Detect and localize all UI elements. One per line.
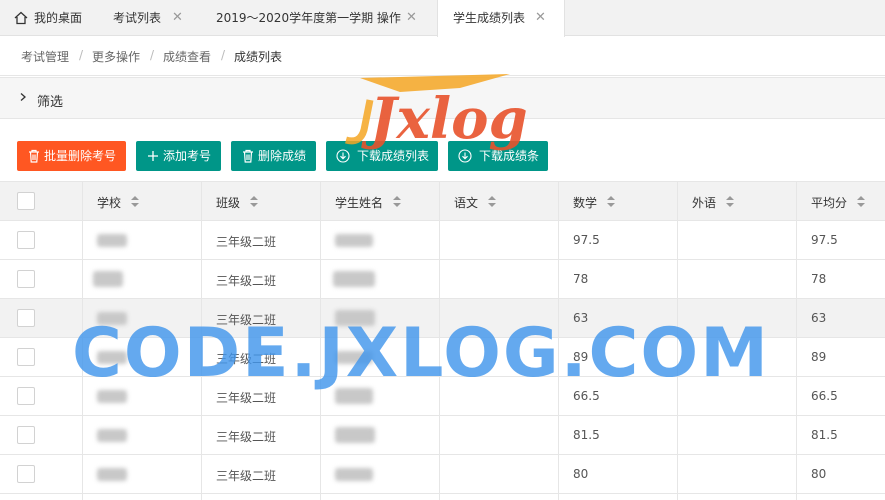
school-cell-redacted xyxy=(97,429,127,442)
sort-icon[interactable] xyxy=(393,195,401,208)
column-header-english[interactable]: 外语 xyxy=(692,194,716,211)
sort-icon[interactable] xyxy=(726,195,734,208)
student-name-cell-redacted xyxy=(335,427,375,443)
batch-delete-button[interactable]: 批量删除考号 xyxy=(17,141,126,171)
close-icon[interactable]: ✕ xyxy=(535,0,546,36)
page: 我的桌面 考试列表 ✕ 2019～2020学年度第一学期 操作 ✕ 学生成绩列表… xyxy=(0,0,885,500)
row-checkbox[interactable] xyxy=(17,387,35,405)
average-cell: 80 xyxy=(811,467,827,481)
student-name-cell-redacted xyxy=(333,271,375,287)
breadcrumb-item[interactable]: 更多操作 xyxy=(92,48,140,65)
table-header: 学校 班级 学生姓名 语文 数学 外语 平均分 xyxy=(0,181,885,221)
home-icon xyxy=(14,11,28,25)
breadcrumb-separator: / xyxy=(150,48,155,62)
math-cell: 97.5 xyxy=(573,233,600,247)
column-header-chinese[interactable]: 语文 xyxy=(454,194,478,211)
row-checkbox[interactable] xyxy=(17,465,35,483)
average-cell: 81.5 xyxy=(811,428,838,442)
breadcrumb-item[interactable]: 成绩查看 xyxy=(163,48,211,65)
column-header-math[interactable]: 数学 xyxy=(573,194,597,211)
school-cell-redacted xyxy=(97,468,127,481)
close-icon[interactable]: ✕ xyxy=(406,0,417,36)
button-label: 批量删除考号 xyxy=(44,149,117,163)
student-name-cell-redacted xyxy=(335,468,373,481)
class-cell: 三年级二班 xyxy=(216,469,277,483)
watermark-logo-text: Jxlog xyxy=(361,86,528,152)
watermark-logo: Jxlog xyxy=(345,74,528,152)
student-name-cell-redacted xyxy=(335,234,373,247)
button-label: 添加考号 xyxy=(163,149,212,163)
class-cell: 三年级二班 xyxy=(216,274,277,288)
math-cell: 80 xyxy=(573,467,589,481)
chevron-right-icon xyxy=(20,93,26,101)
table-row[interactable]: 三年级二班 81.5 81.5 xyxy=(0,416,885,455)
school-cell-redacted xyxy=(97,234,127,247)
average-cell: 66.5 xyxy=(811,389,838,403)
sort-icon[interactable] xyxy=(488,195,496,208)
breadcrumb-current: 成绩列表 xyxy=(234,50,283,64)
table-row[interactable]: 三年级二班 97.5 97.5 xyxy=(0,221,885,260)
watermark-domain-text: CODE.JXLOG.COM xyxy=(72,314,770,393)
breadcrumb-separator: / xyxy=(221,48,226,62)
tab-label: 2019～2020学年度第一学期 操作 xyxy=(216,11,401,25)
close-icon[interactable]: ✕ xyxy=(172,0,183,36)
row-checkbox[interactable] xyxy=(17,270,35,288)
column-header-student-name[interactable]: 学生姓名 xyxy=(335,194,383,211)
row-checkbox[interactable] xyxy=(17,231,35,249)
tab-bar: 我的桌面 考试列表 ✕ 2019～2020学年度第一学期 操作 ✕ 学生成绩列表… xyxy=(0,0,885,37)
tab-label: 学生成绩列表 xyxy=(453,11,526,25)
trash-icon xyxy=(29,149,39,163)
average-cell: 78 xyxy=(811,272,827,286)
tab-exam-list[interactable]: 考试列表 ✕ xyxy=(113,0,193,36)
average-cell: 63 xyxy=(811,311,827,325)
row-checkbox[interactable] xyxy=(17,426,35,444)
class-cell: 三年级二班 xyxy=(216,235,277,249)
sort-icon[interactable] xyxy=(250,195,258,208)
trash-icon xyxy=(243,149,253,163)
column-header-average[interactable]: 平均分 xyxy=(811,194,847,211)
column-header-school[interactable]: 学校 xyxy=(97,194,121,211)
tab-label: 我的桌面 xyxy=(34,11,83,25)
delete-scores-button[interactable]: 删除成绩 xyxy=(231,141,316,171)
math-cell: 81.5 xyxy=(573,428,600,442)
add-exam-number-button[interactable]: 添加考号 xyxy=(136,141,221,171)
sort-icon[interactable] xyxy=(131,195,139,208)
math-cell: 78 xyxy=(573,272,589,286)
row-checkbox[interactable] xyxy=(17,348,35,366)
button-label: 删除成绩 xyxy=(258,149,307,163)
column-divider xyxy=(796,181,797,500)
sort-icon[interactable] xyxy=(857,195,865,208)
table-row[interactable]: 三年级二班 80 80 xyxy=(0,455,885,494)
breadcrumb-item[interactable]: 考试管理 xyxy=(21,48,69,65)
select-all-checkbox[interactable] xyxy=(17,192,35,210)
class-cell: 三年级二班 xyxy=(216,430,277,444)
average-cell: 97.5 xyxy=(811,233,838,247)
row-checkbox[interactable] xyxy=(17,309,35,327)
tab-student-scores[interactable]: 学生成绩列表 ✕ xyxy=(437,0,565,37)
table-row[interactable]: 三年级二班 78 78 xyxy=(0,260,885,299)
average-cell: 89 xyxy=(811,350,827,364)
tab-semester-ops[interactable]: 2019～2020学年度第一学期 操作 ✕ xyxy=(216,0,426,36)
column-header-class[interactable]: 班级 xyxy=(216,194,240,211)
school-cell-redacted xyxy=(93,271,123,287)
filter-label: 筛选 xyxy=(37,95,64,110)
sort-icon[interactable] xyxy=(607,195,615,208)
breadcrumb-separator: / xyxy=(79,48,84,62)
tab-my-desktop[interactable]: 我的桌面 xyxy=(14,0,98,36)
plus-icon xyxy=(148,151,158,161)
tab-label: 考试列表 xyxy=(113,11,162,25)
